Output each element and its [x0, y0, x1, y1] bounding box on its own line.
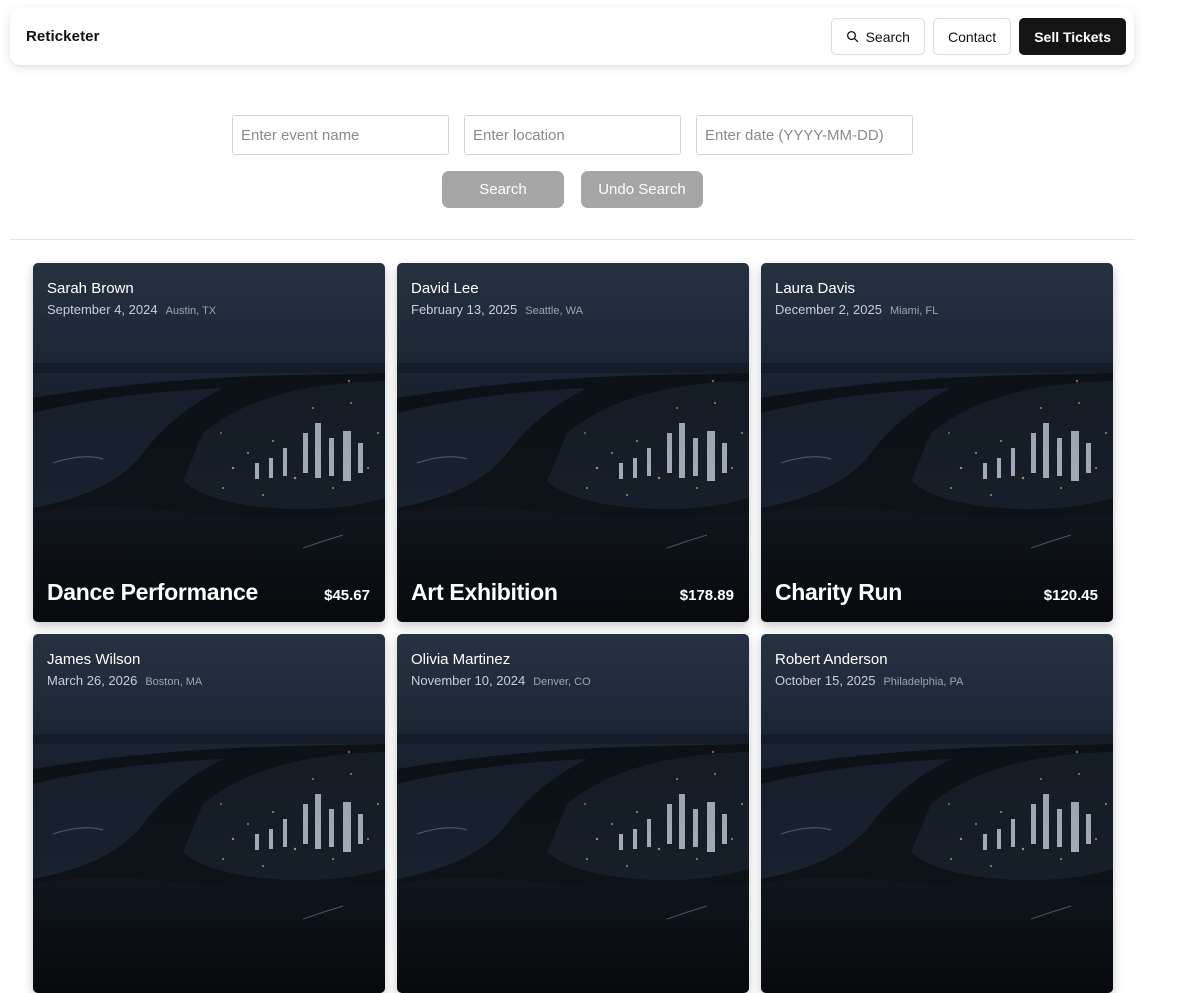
event-date: October 15, 2025 — [775, 673, 876, 688]
event-card-footer: Dance Performance $45.67 — [47, 579, 370, 606]
event-grid: Sarah Brown September 4, 2024 Austin, TX… — [33, 263, 1113, 993]
event-date: September 4, 2024 — [47, 302, 158, 317]
section-divider — [10, 239, 1135, 240]
event-price: $178.89 — [679, 587, 734, 604]
event-date: February 13, 2025 — [411, 302, 518, 317]
search-filters — [232, 115, 913, 155]
event-card-header: Olivia Martinez November 10, 2024 Denver… — [411, 651, 591, 688]
search-actions: Search Undo Search — [442, 171, 703, 208]
nav-search-label: Search — [865, 28, 910, 45]
event-meta: September 4, 2024 Austin, TX — [47, 302, 216, 317]
event-title: Art Exhibition — [411, 579, 558, 605]
event-meta: February 13, 2025 Seattle, WA — [411, 302, 583, 317]
event-organizer: James Wilson — [47, 651, 141, 668]
event-location: Seattle, WA — [525, 305, 583, 317]
event-organizer: Robert Anderson — [775, 651, 888, 668]
sell-tickets-button[interactable]: Sell Tickets — [1019, 18, 1126, 55]
event-location: Denver, CO — [533, 676, 591, 688]
event-price: $120.45 — [1043, 587, 1098, 604]
undo-search-button[interactable]: Undo Search — [581, 171, 703, 208]
event-name-input[interactable] — [232, 115, 449, 155]
event-card[interactable]: Laura Davis December 2, 2025 Miami, FL C… — [761, 263, 1113, 622]
event-location: Austin, TX — [165, 305, 217, 317]
event-card-header: James Wilson March 26, 2026 Boston, MA — [47, 651, 202, 688]
event-card[interactable]: James Wilson March 26, 2026 Boston, MA — [33, 634, 385, 993]
event-card-footer: Charity Run $120.45 — [775, 579, 1098, 606]
event-title: Charity Run — [775, 579, 903, 605]
event-card[interactable]: David Lee February 13, 2025 Seattle, WA … — [397, 263, 749, 622]
event-card-header: David Lee February 13, 2025 Seattle, WA — [411, 280, 583, 317]
event-card[interactable]: Sarah Brown September 4, 2024 Austin, TX… — [33, 263, 385, 622]
event-date: March 26, 2026 — [47, 673, 138, 688]
event-location: Philadelphia, PA — [883, 676, 964, 688]
nav-actions: Search Contact Sell Tickets — [830, 18, 1126, 55]
event-organizer: Olivia Martinez — [411, 651, 511, 668]
event-date: December 2, 2025 — [775, 302, 882, 317]
contact-button[interactable]: Contact — [932, 18, 1012, 55]
event-card[interactable]: Robert Anderson October 15, 2025 Philade… — [761, 634, 1113, 993]
event-card-header: Robert Anderson October 15, 2025 Philade… — [775, 651, 963, 688]
event-organizer: Sarah Brown — [47, 280, 134, 297]
event-organizer: David Lee — [411, 280, 479, 297]
search-submit-button[interactable]: Search — [442, 171, 564, 208]
top-navbar: Reticketer Search Contact Sell Tickets — [10, 8, 1134, 65]
event-card[interactable]: Olivia Martinez November 10, 2024 Denver… — [397, 634, 749, 993]
event-title: Dance Performance — [47, 579, 258, 605]
event-date: November 10, 2024 — [411, 673, 526, 688]
brand-logo[interactable]: Reticketer — [26, 28, 100, 45]
event-card-header: Laura Davis December 2, 2025 Miami, FL — [775, 280, 938, 317]
event-location: Boston, MA — [145, 676, 203, 688]
event-location: Miami, FL — [889, 305, 939, 317]
event-meta: October 15, 2025 Philadelphia, PA — [775, 673, 963, 688]
search-icon — [846, 30, 859, 43]
date-input[interactable] — [696, 115, 913, 155]
event-meta: December 2, 2025 Miami, FL — [775, 302, 938, 317]
event-meta: March 26, 2026 Boston, MA — [47, 673, 202, 688]
nav-search-button[interactable]: Search — [830, 18, 925, 55]
event-card-footer: Art Exhibition $178.89 — [411, 579, 734, 606]
location-input[interactable] — [464, 115, 681, 155]
event-card-header: Sarah Brown September 4, 2024 Austin, TX — [47, 280, 216, 317]
event-price: $45.67 — [324, 587, 370, 604]
event-meta: November 10, 2024 Denver, CO — [411, 673, 591, 688]
event-organizer: Laura Davis — [775, 280, 856, 297]
